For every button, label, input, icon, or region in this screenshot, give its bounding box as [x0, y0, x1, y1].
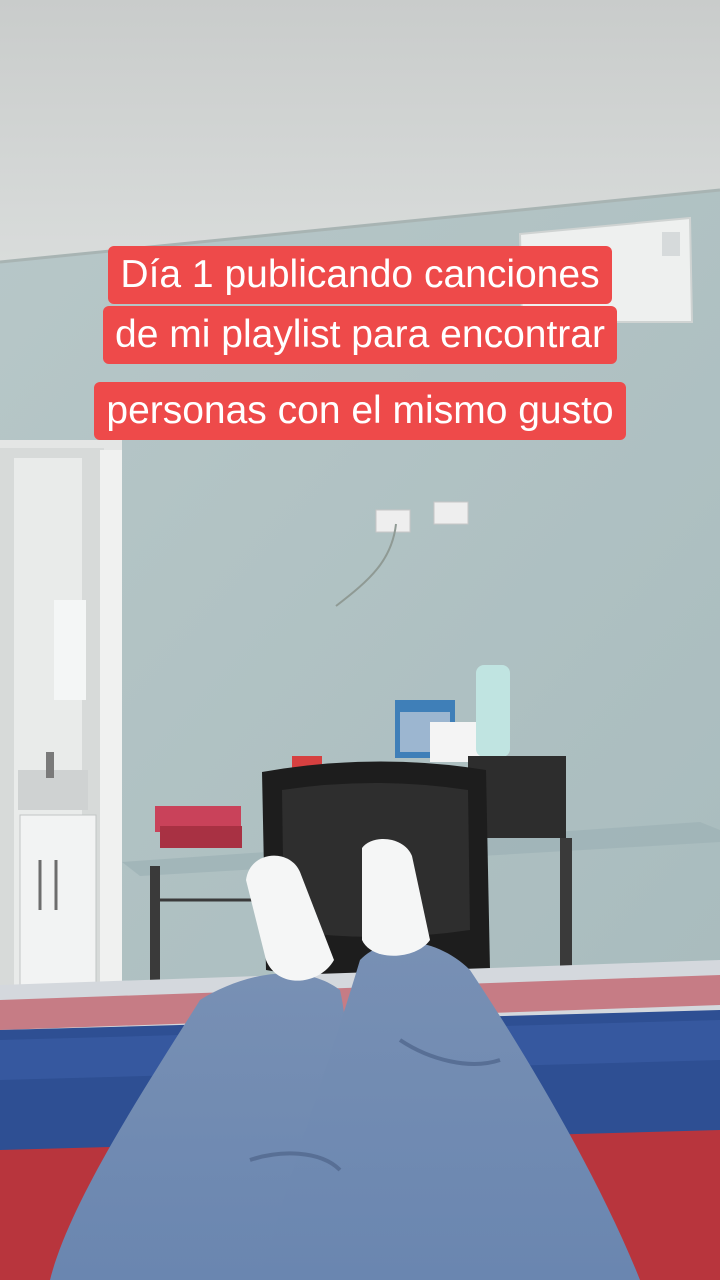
caption-line-1: Día 1 publicando canciones	[0, 246, 720, 304]
caption-line-1-text: Día 1 publicando canciones	[108, 246, 612, 304]
caption-line-2-text: de mi playlist para encontrar	[103, 306, 617, 364]
bedroom-photo	[0, 0, 720, 1280]
caption-line-2: de mi playlist para encontrar	[0, 306, 720, 364]
caption-line-3: personas con el mismo gusto	[0, 382, 720, 440]
video-frame: Día 1 publicando canciones de mi playlis…	[0, 0, 720, 1280]
caption-line-3-text: personas con el mismo gusto	[94, 382, 626, 440]
